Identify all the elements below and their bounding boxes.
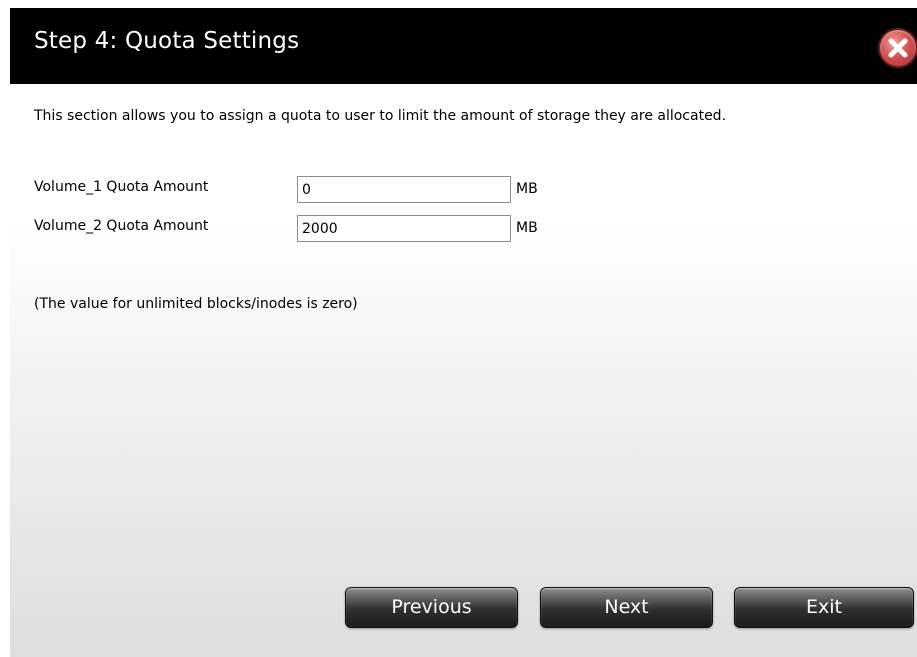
volume-1-unit: MB xyxy=(516,181,538,197)
next-button[interactable]: Next xyxy=(540,587,713,628)
dialog-title: Step 4: Quota Settings xyxy=(34,28,300,54)
unlimited-note: (The value for unlimited blocks/inodes i… xyxy=(34,296,358,312)
exit-button[interactable]: Exit xyxy=(734,587,914,628)
volume-1-quota-input[interactable] xyxy=(297,176,511,203)
volume-2-quota-label: Volume_2 Quota Amount xyxy=(34,218,209,234)
dialog-content: This section allows you to assign a quot… xyxy=(10,84,917,657)
close-icon[interactable] xyxy=(880,30,916,66)
volume-1-quota-label: Volume_1 Quota Amount xyxy=(34,179,209,195)
section-description: This section allows you to assign a quot… xyxy=(34,108,727,124)
volume-2-quota-input[interactable] xyxy=(297,215,511,242)
previous-button[interactable]: Previous xyxy=(345,587,518,628)
dialog-titlebar: Step 4: Quota Settings xyxy=(10,8,917,84)
volume-2-unit: MB xyxy=(516,220,538,236)
quota-settings-dialog: Step 4: Quota Settings This section allo… xyxy=(0,0,917,657)
